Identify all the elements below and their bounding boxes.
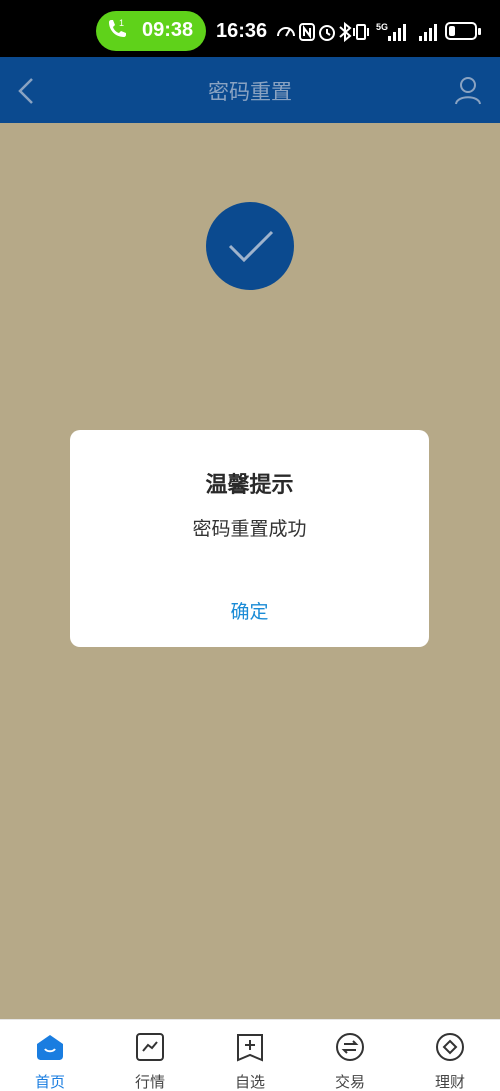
watchlist-add-icon [237, 1034, 263, 1062]
trade-exchange-icon [336, 1033, 364, 1061]
nav-item-home[interactable]: 首页 [0, 1020, 100, 1091]
page-title: 密码重置 [208, 80, 292, 104]
nav-item-trade[interactable]: 交易 [300, 1020, 400, 1091]
network-type: 5G [376, 22, 388, 32]
speed-icon [277, 27, 295, 37]
bluetooth-icon [339, 21, 352, 43]
alarm-icon [319, 25, 335, 41]
call-badge: 1 [119, 18, 124, 28]
success-check-badge [206, 202, 294, 290]
signal-2-icon [419, 24, 437, 41]
alert-dialog: 温馨提示 密码重置成功 确定 [70, 430, 429, 647]
nav-item-market[interactable]: 行情 [100, 1020, 200, 1091]
status-bar: 1 09:38 16:36 5G [0, 0, 500, 57]
nav-label-market: 行情 [134, 1073, 165, 1091]
nav-label-trade: 交易 [334, 1073, 365, 1091]
dialog-message: 密码重置成功 [192, 518, 307, 540]
wealth-icon [436, 1033, 464, 1061]
battery-icon [445, 22, 481, 40]
bottom-navigation: 首页 行情 自选 交易 理财 [0, 1019, 500, 1091]
nav-label-watchlist: 自选 [234, 1073, 265, 1091]
nfc-icon [299, 23, 315, 41]
nav-label-wealth: 理财 [434, 1073, 465, 1091]
nav-item-watchlist[interactable]: 自选 [200, 1020, 300, 1091]
app-header: 密码重置 [0, 57, 500, 123]
home-icon [37, 1035, 63, 1060]
status-clock: 16:36 [216, 20, 268, 42]
nav-label-home: 首页 [34, 1073, 65, 1091]
market-chart-icon [136, 1033, 164, 1061]
dialog-title: 温馨提示 [205, 473, 294, 498]
confirm-button[interactable]: 确定 [70, 592, 429, 632]
nav-item-wealth[interactable]: 理财 [400, 1020, 500, 1091]
checkmark-icon [228, 230, 274, 263]
vibrate-icon [353, 24, 369, 40]
user-icon[interactable] [450, 71, 486, 111]
call-duration: 09:38 [142, 19, 194, 41]
phone-icon: 1 [109, 18, 126, 37]
ongoing-call-pill[interactable]: 1 09:38 [96, 11, 206, 51]
signal-icon [388, 24, 406, 41]
